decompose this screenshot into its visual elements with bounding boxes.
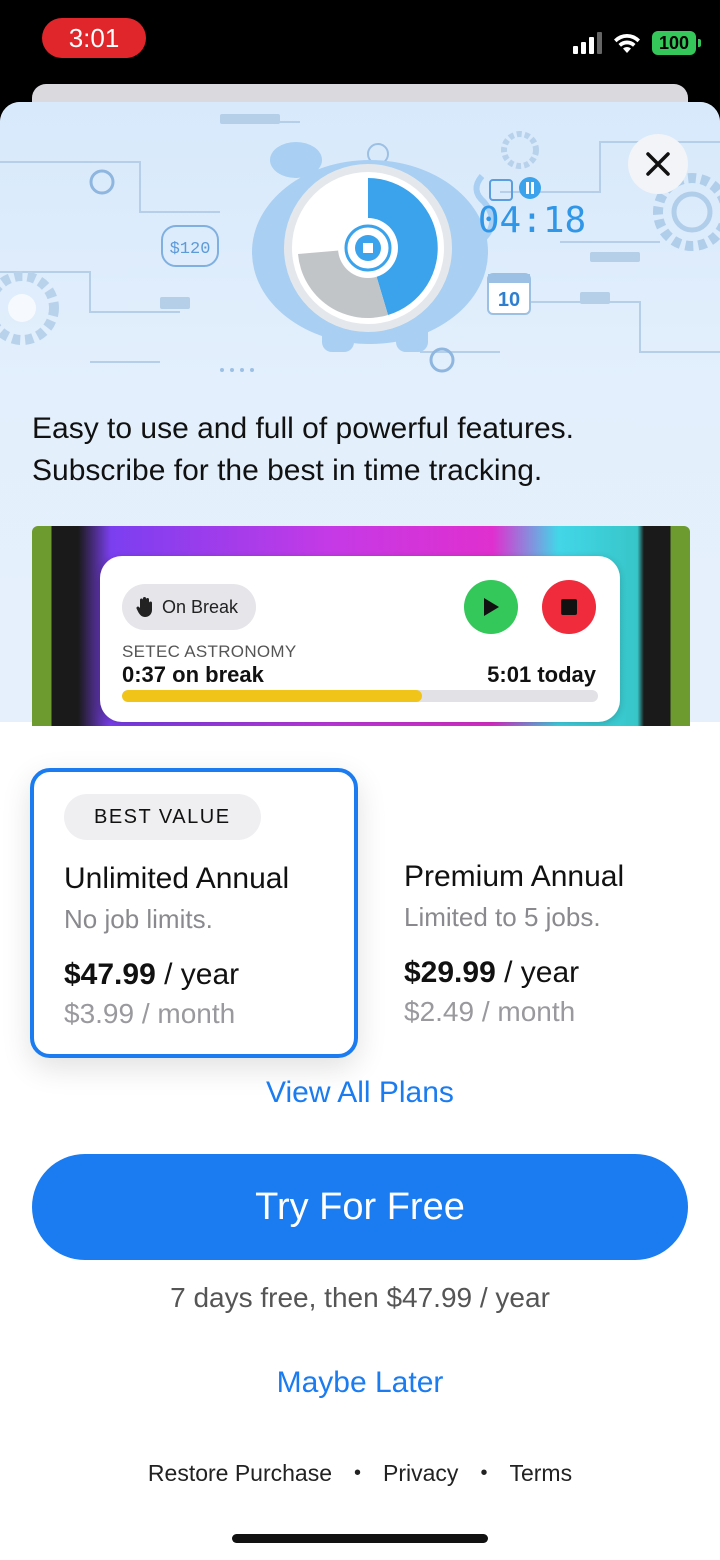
break-duration: 0:37 on break [122,662,264,687]
progress-bar [122,690,598,702]
plan-price-period: / year [155,958,240,991]
stop-icon [561,599,577,615]
view-all-plans-link[interactable]: View All Plans [0,1076,720,1110]
status-icons: 100 [573,28,701,58]
wifi-icon [614,33,640,53]
app-preview: On Break SETEC ASTRONOMY 0:37 on break 5… [32,526,690,726]
plan-price-period: / year [495,956,580,989]
footer-separator: • [354,1462,362,1484]
privacy-link[interactable]: Privacy [383,1460,458,1487]
plan-price: $47.99 / year [64,958,239,992]
plan-name: Unlimited Annual [64,862,290,895]
try-for-free-button[interactable]: Try For Free [32,1154,688,1260]
hand-icon [136,597,152,617]
headline-line-1: Easy to use and full of powerful feature… [32,412,574,445]
hero-calendar-day: 10 [498,289,520,311]
status-bar: 3:01 100 [0,0,720,84]
plan-card-unlimited-annual[interactable]: BEST VALUE Unlimited Annual No job limit… [30,768,358,1058]
plan-card-premium-annual[interactable]: Premium Annual Limited to 5 jobs. $29.99… [380,768,700,1050]
plan-monthly-price: $3.99 / month [64,998,236,1029]
timer-widget-card: On Break SETEC ASTRONOMY 0:37 on break 5… [100,556,620,722]
maybe-later-link[interactable]: Maybe Later [0,1366,720,1400]
progress-bar-fill [122,690,422,702]
plan-price-amount: $29.99 [404,956,496,989]
terms-link[interactable]: Terms [509,1460,572,1487]
best-value-badge: BEST VALUE [64,794,261,840]
today-duration: 5:01 today [487,662,596,687]
hero-price-tag: $120 [170,240,211,259]
home-indicator[interactable] [232,1534,488,1543]
plan-price: $29.99 / year [404,956,579,990]
battery-icon: 100 [652,31,701,55]
trial-terms-text: 7 days free, then $47.99 / year [170,1282,550,1313]
headline: Easy to use and full of powerful feature… [32,408,692,492]
close-icon [646,152,670,176]
close-button[interactable] [628,134,688,194]
plan-subtitle: Limited to 5 jobs. [404,902,601,932]
plan-name: Premium Annual [404,860,625,893]
subscription-modal: $120 04:18 10 Easy to use and full of po… [0,102,720,1560]
footer-links: Restore Purchase • Privacy • Terms [0,1460,720,1487]
restore-purchase-link[interactable]: Restore Purchase [148,1460,332,1487]
cellular-signal-icon [573,32,602,54]
plan-price-amount: $47.99 [64,958,156,991]
job-name: SETEC ASTRONOMY [122,642,297,661]
plan-monthly-price: $2.49 / month [404,996,576,1027]
hero-illustration: $120 04:18 10 [0,114,720,373]
status-time: 3:01 [42,18,146,58]
plan-subtitle: No job limits. [64,904,213,934]
on-break-label: On Break [162,596,239,617]
footer-separator: • [480,1462,488,1484]
on-break-pill: On Break [122,584,257,630]
hero-section: $120 04:18 10 Easy to use and full of po… [0,102,720,726]
stop-button [542,580,596,634]
play-icon [484,598,499,616]
headline-line-2: Subscribe for the best in time tracking. [32,454,543,487]
hero-clock-display: 04:18 [478,200,586,241]
play-button [464,580,518,634]
